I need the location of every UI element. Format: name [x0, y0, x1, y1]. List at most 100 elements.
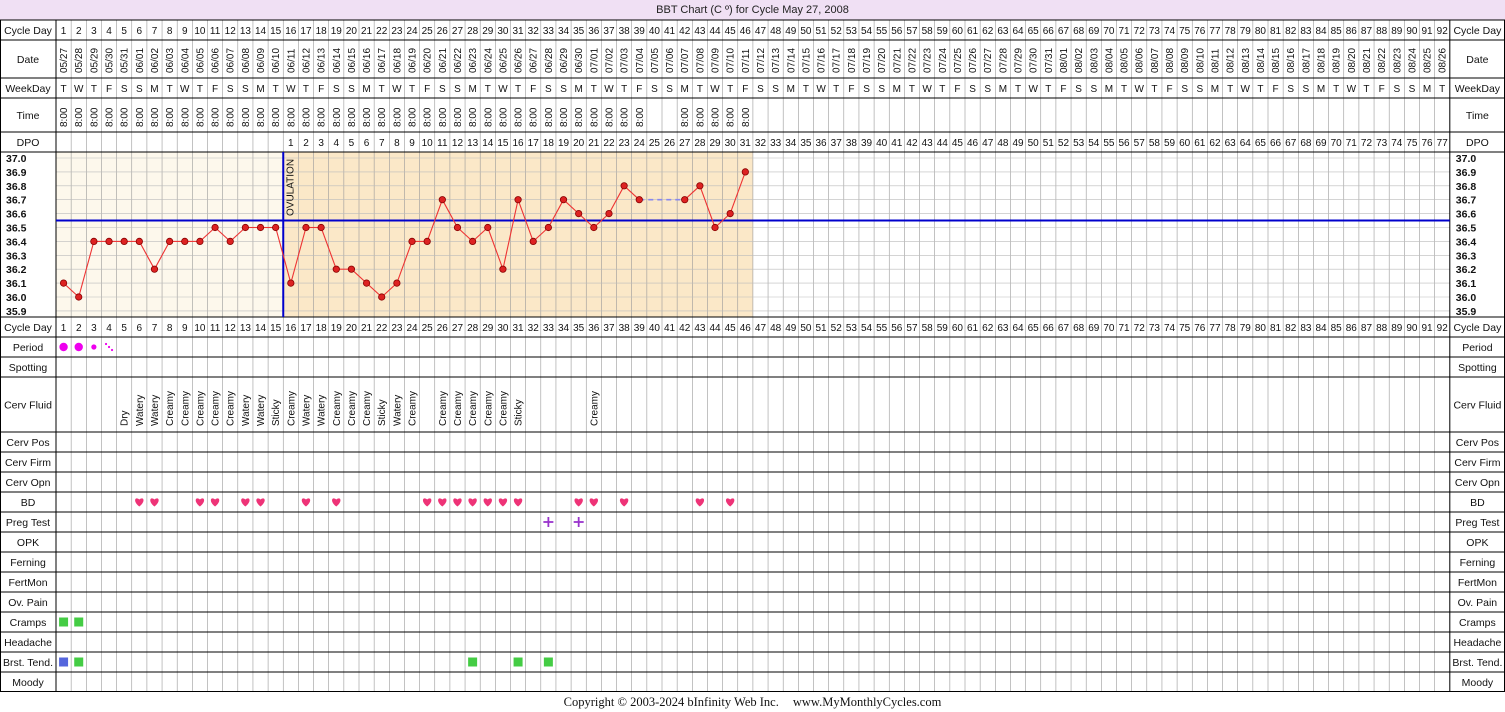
dpo-cell: 50 — [1028, 138, 1040, 149]
dpo-cell: 46 — [967, 138, 979, 149]
cramps-marker — [74, 617, 84, 627]
cycle-day-top: 36 — [588, 26, 600, 37]
dpo-cell: 59 — [1164, 138, 1176, 149]
weekday-cell: T — [1333, 84, 1339, 95]
row-label-right-period: Period — [1462, 342, 1493, 354]
weekday-cell: T — [197, 84, 203, 95]
cycle-day-top: 35 — [573, 26, 585, 37]
cycle-day-top: 66 — [1043, 26, 1055, 37]
dpo-cell: 38 — [846, 138, 858, 149]
date-cell: 06/19 — [408, 48, 419, 73]
bd-heart-icon — [256, 498, 265, 507]
y-tick-right: 36.7 — [1456, 195, 1477, 207]
cycle-day-bottom: 12 — [225, 323, 237, 334]
cycle-day-bottom: 54 — [861, 323, 873, 334]
weekday-cell: F — [1379, 84, 1385, 95]
cycle-day-bottom: 7 — [152, 323, 158, 334]
dpo-cell: 13 — [467, 138, 479, 149]
temperature-point — [272, 223, 280, 232]
date-cell: 06/01 — [135, 48, 146, 73]
row-label-left-cramps: Cramps — [10, 617, 47, 629]
dpo-cell: 30 — [725, 138, 737, 149]
date-cell: 08/17 — [1301, 48, 1312, 73]
cycle-day-top: 38 — [619, 26, 631, 37]
dpo-cell: 10 — [422, 138, 434, 149]
cycle-day-top: 87 — [1361, 26, 1373, 37]
dpo-cell: 56 — [1119, 138, 1131, 149]
dpo-cell: 8 — [394, 138, 400, 149]
cycle-day-top: 63 — [997, 26, 1009, 37]
cycle-day-bottom: 6 — [137, 323, 143, 334]
weekday-cell: F — [530, 84, 536, 95]
breast-tenderness-marker — [468, 657, 478, 667]
temperature-point — [256, 223, 265, 232]
date-cell: 07/14 — [786, 48, 797, 73]
cycle-day-top: 33 — [543, 26, 555, 37]
temperature-point — [196, 237, 204, 245]
row-label-left-cycle_day: Cycle Day — [4, 322, 53, 334]
cycle-day-top: 80 — [1255, 26, 1267, 37]
temperature-point — [105, 237, 113, 245]
temperature-point — [544, 223, 552, 232]
weekday-cell: S — [545, 84, 552, 95]
weekday-cell: W — [816, 84, 826, 95]
time-cell: 8:00 — [377, 107, 388, 127]
cycle-day-top: 40 — [649, 26, 661, 37]
weekday-cell: T — [1227, 84, 1233, 95]
weekday-cell: F — [318, 84, 324, 95]
time-cell: 8:00 — [317, 107, 328, 127]
date-cell: 08/10 — [1195, 48, 1206, 73]
period-marker — [91, 344, 97, 350]
cycle-day-top: 32 — [528, 26, 540, 37]
cycle-day-bottom: 71 — [1119, 323, 1131, 334]
breast-tenderness-marker — [543, 657, 553, 667]
weekday-cell: M — [893, 84, 901, 95]
weekday-cell: T — [909, 84, 915, 95]
temperature-point — [166, 237, 174, 245]
dpo-cell: 35 — [800, 138, 812, 149]
row-label-left-cerv_fluid: Cerv Fluid — [4, 400, 52, 412]
time-cell: 8:00 — [74, 107, 85, 127]
cycle-day-top: 18 — [316, 26, 328, 37]
dpo-cell: 16 — [513, 138, 525, 149]
cycle-day-bottom: 53 — [846, 323, 858, 334]
dpo-cell: 52 — [1058, 138, 1070, 149]
weekday-cell: W — [1241, 84, 1251, 95]
weekday-cell: T — [1363, 84, 1369, 95]
row-label-left-ferning: Ferning — [10, 557, 46, 569]
dpo-cell: 43 — [922, 138, 934, 149]
row-label-left-spotting: Spotting — [9, 362, 48, 374]
cycle-day-bottom: 46 — [740, 323, 752, 334]
temperature-point — [453, 223, 462, 232]
cycle-day-bottom: 85 — [1331, 323, 1343, 334]
weekday-cell: S — [984, 84, 991, 95]
dpo-cell: 60 — [1179, 138, 1191, 149]
time-cell: 8:00 — [544, 107, 555, 127]
cycle-day-top: 58 — [922, 26, 934, 37]
cycle-day-bottom: 32 — [528, 323, 540, 334]
time-cell: 8:00 — [589, 107, 600, 127]
time-cell: 8:00 — [529, 107, 540, 127]
cycle-day-top: 19 — [331, 26, 343, 37]
time-cell: 8:00 — [483, 107, 494, 127]
time-cell: 8:00 — [438, 107, 449, 127]
cycle-day-bottom: 50 — [800, 323, 812, 334]
date-cell: 05/27 — [59, 48, 70, 73]
temperature-point — [408, 237, 416, 245]
weekday-cell: W — [1134, 84, 1144, 95]
cycle-day-bottom: 51 — [816, 323, 828, 334]
weekday-cell: F — [1060, 84, 1066, 95]
site-link[interactable]: www.MyMonthlyCycles.com — [793, 695, 942, 709]
date-cell: 07/13 — [771, 48, 782, 73]
date-cell: 08/04 — [1104, 48, 1115, 73]
weekday-cell: M — [1317, 84, 1325, 95]
cycle-day-top: 91 — [1422, 26, 1434, 37]
date-cell: 06/06 — [211, 48, 222, 73]
weekday-cell: S — [969, 84, 976, 95]
time-cell: 8:00 — [256, 107, 267, 127]
weekday-cell: S — [333, 84, 340, 95]
cycle-day-top: 56 — [891, 26, 903, 37]
dpo-cell: 7 — [379, 138, 385, 149]
weekday-cell: M — [1211, 84, 1219, 95]
temperature-point — [135, 237, 143, 245]
